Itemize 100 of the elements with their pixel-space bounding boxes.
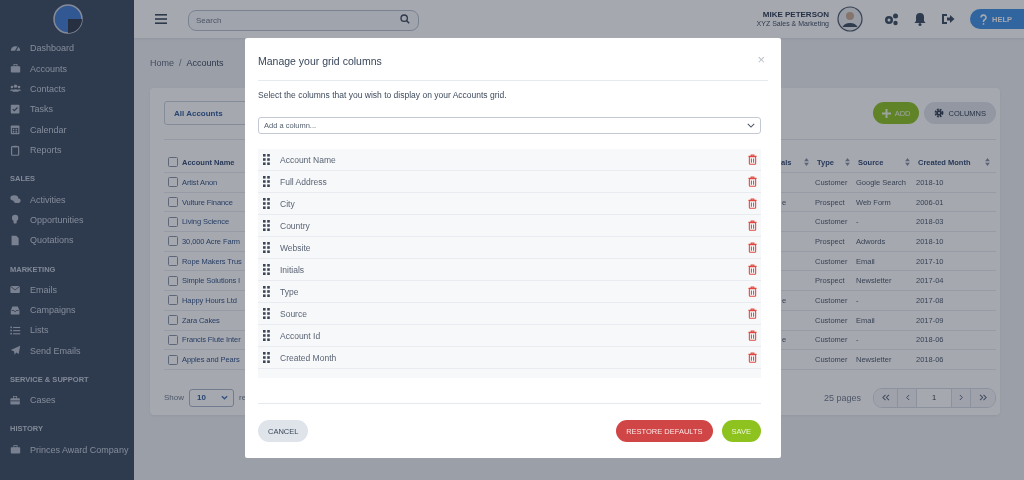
trash-icon[interactable] [748, 176, 757, 187]
question-icon [980, 13, 987, 25]
avatar-icon[interactable] [837, 6, 863, 32]
drag-handle-icon[interactable] [263, 286, 270, 297]
drag-handle-icon[interactable] [263, 264, 270, 275]
page-count: 25 pages [823, 392, 861, 403]
list-icon [10, 325, 21, 336]
first-page-button[interactable] [874, 388, 898, 407]
trash-icon[interactable] [748, 154, 757, 165]
toolbox-icon [10, 394, 21, 406]
column-name: Account Id [280, 330, 322, 341]
drag-handle-icon[interactable] [263, 198, 270, 209]
chevron-icon [958, 394, 964, 402]
bell-icon[interactable] [914, 12, 926, 26]
sidebar-item[interactable]: Contacts [0, 78, 134, 100]
sort-icon [985, 158, 990, 166]
sort-icon [804, 158, 809, 166]
trash-icon[interactable] [748, 220, 757, 231]
chat-icon [10, 194, 21, 206]
users-icon [10, 83, 21, 95]
drag-handle-icon[interactable] [263, 352, 270, 363]
sidebar-item[interactable]: Calendar [0, 119, 134, 140]
sidebar-item[interactable]: Send Emails [0, 340, 134, 362]
clipboard-icon [10, 144, 21, 156]
drag-handle-icon[interactable] [263, 330, 270, 341]
breadcrumb-separator: / [179, 58, 182, 68]
calendar-icon [10, 124, 21, 136]
sidebar-item[interactable]: Opportunities [0, 209, 134, 231]
briefcase-icon [10, 444, 21, 456]
column-name: Full Address [280, 176, 328, 187]
column-name: Initials [280, 264, 306, 275]
trash-icon[interactable] [748, 242, 757, 253]
checkbox[interactable] [168, 256, 178, 267]
sort-icon [845, 158, 850, 166]
double-chevron-icon [881, 394, 890, 402]
drag-handle-icon[interactable] [263, 154, 270, 165]
breadcrumb-link[interactable]: Home [150, 58, 174, 68]
logo-icon [53, 4, 83, 34]
document-icon [10, 234, 21, 246]
sort-icon [905, 158, 910, 166]
checkbox[interactable] [168, 315, 178, 326]
checkbox[interactable] [168, 236, 178, 247]
plus-icon [881, 108, 891, 118]
envelope-icon [10, 284, 21, 296]
checkbox[interactable] [168, 334, 178, 345]
column-name: City [280, 198, 296, 209]
checkbox[interactable] [168, 354, 178, 365]
sidebar-item[interactable]: Campaigns [0, 299, 134, 321]
column-name: Account Name [280, 154, 337, 165]
trash-icon[interactable] [748, 352, 757, 363]
sidebar-item[interactable]: Reports [0, 139, 134, 161]
briefcase-icon [10, 63, 21, 75]
checkbox[interactable] [168, 295, 178, 306]
page-size-select[interactable]: 10 [189, 388, 234, 407]
inbox-icon [10, 304, 21, 316]
checkbox-icon [10, 103, 21, 115]
sidebar-item[interactable]: Emails [0, 279, 134, 300]
gears-icon[interactable] [883, 12, 899, 26]
caret-icon [747, 123, 755, 128]
drag-handle-icon[interactable] [263, 242, 270, 253]
trash-icon[interactable] [748, 308, 757, 319]
modal-title: Manage your grid columns [258, 54, 382, 67]
sign-out-icon[interactable] [941, 13, 955, 25]
double-chevron-icon [978, 394, 988, 402]
trash-icon[interactable] [748, 264, 757, 275]
menu-icon[interactable] [155, 14, 167, 24]
checkbox[interactable] [168, 177, 178, 188]
show-label: Show [164, 393, 184, 403]
search-field[interactable]: Search [188, 9, 419, 31]
drag-handle-icon[interactable] [263, 176, 270, 187]
column-name: Country [280, 220, 311, 231]
sidebar-item[interactable]: Princes Award Company [0, 439, 134, 460]
drag-handle-icon[interactable] [263, 308, 270, 319]
caret-icon [221, 395, 228, 401]
gear-icon [934, 108, 945, 118]
checkbox[interactable] [168, 275, 178, 286]
search-icon [400, 14, 410, 24]
lightbulb-icon [10, 214, 21, 226]
modal-description: Select the columns that you wish to display on your Accounts grid. [258, 89, 508, 101]
checkbox[interactable] [168, 157, 178, 167]
paper-plane-icon [10, 345, 21, 357]
checkbox[interactable] [168, 197, 178, 208]
column-name: Type [280, 286, 300, 297]
trash-icon[interactable] [748, 286, 757, 297]
last-page-button[interactable] [971, 388, 995, 407]
column-name: Created Month [280, 352, 338, 363]
column-name: Website [280, 242, 312, 253]
sidebar-item[interactable]: Quotations [0, 230, 134, 251]
breadcrumb-current: Accounts [186, 58, 224, 68]
trash-icon[interactable] [748, 330, 757, 341]
column-name: Source [280, 308, 308, 319]
sidebar-item[interactable]: Tasks [0, 99, 134, 120]
sidebar-item[interactable]: Cases [0, 390, 134, 411]
checkbox[interactable] [168, 216, 178, 227]
sidebar-item[interactable]: Activities [0, 189, 134, 210]
trash-icon[interactable] [748, 198, 757, 209]
sidebar-item[interactable]: Lists [0, 320, 134, 341]
drag-handle-icon[interactable] [263, 220, 270, 231]
sidebar-item[interactable]: Dashboard [0, 38, 134, 59]
sidebar-item[interactable]: Accounts [0, 58, 134, 79]
